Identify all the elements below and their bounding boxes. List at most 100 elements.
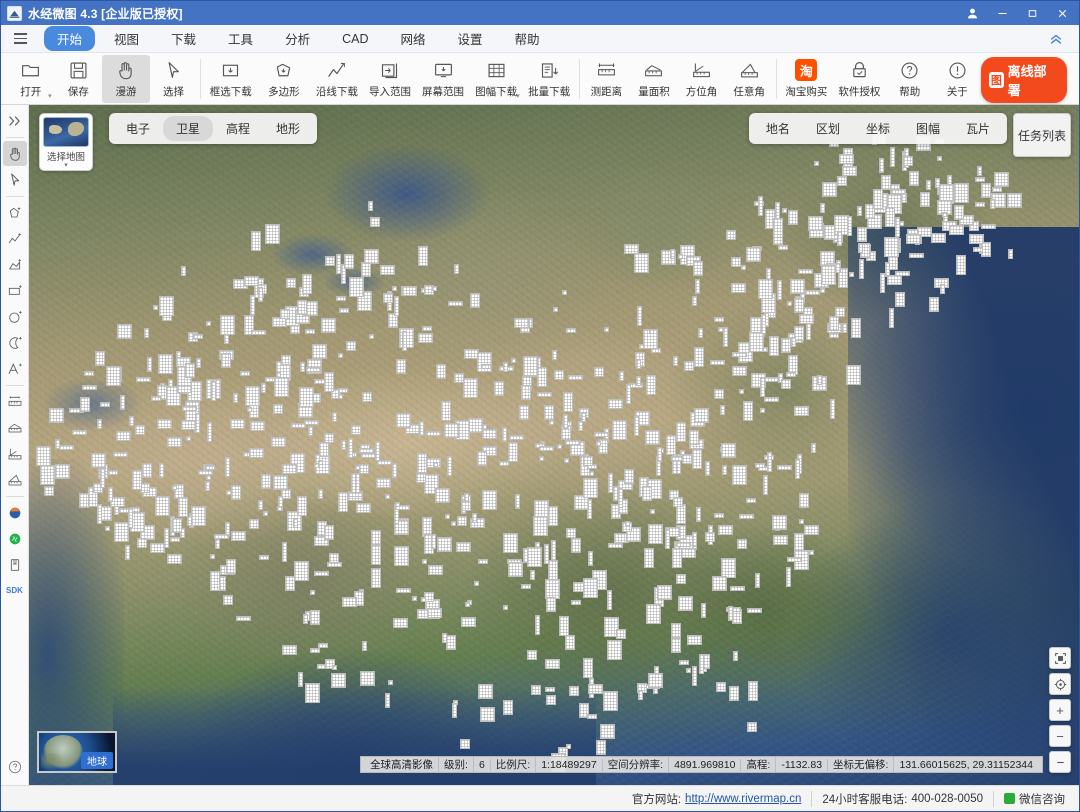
sidebar-item-earth-layer[interactable]	[3, 500, 27, 525]
zoom-in-icon[interactable]: +	[1049, 699, 1071, 721]
sidebar-item-add-polyline[interactable]	[3, 226, 27, 251]
tool-import-range[interactable]: 导入范围	[363, 55, 416, 103]
close-icon[interactable]	[1047, 1, 1077, 25]
tool-taobao-buy[interactable]: 淘 淘宝购买	[780, 55, 833, 103]
maximize-icon[interactable]	[1017, 1, 1047, 25]
tool-measure-distance-label: 测距离	[590, 86, 623, 98]
tool-batch-download[interactable]: 批量下载	[523, 55, 576, 103]
azimuth-angle-icon	[691, 58, 712, 82]
tool-help[interactable]: 帮助	[886, 55, 934, 103]
menu-item-settings[interactable]: 设置	[445, 26, 496, 51]
sidebar-item-measure-height[interactable]	[3, 441, 27, 466]
taobao-buy-icon: 淘	[795, 58, 818, 82]
tool-taobao-buy-label: 淘宝购买	[785, 86, 828, 98]
status-coord-value: 131.66015625, 29.31152344	[899, 758, 1033, 771]
sidebar-item-measure-area[interactable]	[3, 415, 27, 440]
sidebar-item-bookmark-panel[interactable]	[3, 552, 27, 577]
sidebar-item-measure-slope[interactable]	[3, 467, 27, 492]
tool-open[interactable]: 打开 ▾	[7, 55, 55, 103]
chevron-down-icon[interactable]: ▾	[516, 92, 520, 100]
tool-arbitrary-angle[interactable]: 任意角	[725, 55, 773, 103]
minimize-icon[interactable]	[987, 1, 1017, 25]
globe-overview-widget[interactable]: 地球	[37, 731, 117, 773]
menu-item-download[interactable]: 下载	[158, 26, 209, 51]
menu-item-cad[interactable]: CAD	[329, 29, 381, 49]
tool-rect-download[interactable]: 框选下载	[204, 55, 257, 103]
sidebar-item-track-record[interactable]	[3, 526, 27, 551]
hamburger-menu-icon[interactable]	[7, 29, 33, 49]
tab-placenames[interactable]: 地名	[753, 116, 803, 141]
tool-azimuth[interactable]: 方位角	[678, 55, 726, 103]
promo-badge-glyph: 图	[989, 71, 1004, 88]
chevron-down-icon[interactable]: ▾	[64, 162, 68, 169]
sidebar-separator	[5, 496, 24, 497]
overlay-tab-group: 地名 区划 坐标 图幅 瓦片	[748, 113, 1007, 144]
tab-terrain[interactable]: 地形	[263, 116, 313, 141]
tool-select[interactable]: 选择	[150, 55, 198, 103]
tab-electronic[interactable]: 电子	[113, 116, 163, 141]
tool-pan[interactable]: 漫游	[102, 55, 150, 103]
expand-panel-icon[interactable]	[3, 108, 27, 133]
about-info-icon	[947, 58, 968, 82]
help-circle-icon[interactable]	[3, 754, 27, 779]
menu-item-start[interactable]: 开始	[44, 26, 96, 51]
zoom-out-icon[interactable]: −	[1049, 725, 1071, 747]
basemap-selector[interactable]: 选择地图 ▾	[39, 113, 93, 171]
offline-deploy-promo-button[interactable]: 图 离线部署	[981, 56, 1067, 103]
user-account-icon[interactable]	[957, 1, 987, 25]
tab-map-sheets[interactable]: 图幅	[903, 116, 953, 141]
minimize-statusbar-icon[interactable]	[1049, 751, 1071, 773]
sidebar-item-sdk[interactable]: SDK	[3, 578, 27, 603]
sidebar-item-add-circle[interactable]	[3, 304, 27, 329]
footer-website-link[interactable]: http://www.rivermap.cn	[685, 793, 801, 805]
tool-license[interactable]: 软件授权	[833, 55, 886, 103]
menu-item-tools[interactable]: 工具	[215, 26, 266, 51]
menu-item-view[interactable]: 视图	[101, 26, 152, 51]
fit-extent-icon[interactable]	[1049, 647, 1071, 669]
task-list-button[interactable]: 任务列表	[1013, 113, 1071, 157]
tool-line-download[interactable]: 沿线下载	[310, 55, 363, 103]
sidebar-item-select[interactable]	[3, 167, 27, 192]
tab-elevation[interactable]: 高程	[213, 116, 263, 141]
map-canvas[interactable]: 选择地图 ▾ 电子 卫星 高程 地形 地名 区划 坐标 图幅 瓦片 任务列表 +…	[29, 105, 1079, 785]
tab-satellite[interactable]: 卫星	[163, 116, 214, 141]
menu-item-analysis[interactable]: 分析	[272, 26, 323, 51]
sidebar-item-pan[interactable]	[2, 141, 27, 166]
tool-select-label: 选择	[163, 86, 185, 98]
chevron-double-up-icon[interactable]	[1039, 28, 1073, 50]
toolbar-separator	[578, 59, 580, 99]
tool-sheet-download[interactable]: 图幅下载 ▾	[470, 55, 523, 103]
tool-screen-range-label: 屏幕范围	[422, 86, 465, 98]
tab-tiles[interactable]: 瓦片	[953, 116, 1003, 141]
sidebar-item-add-rectangle[interactable]	[3, 278, 27, 303]
footer-phone: 24小时客服电话: 400-028-0050	[812, 790, 994, 807]
application-window: 水经微图 4.3 [企业版已授权] 开始 视图 下载 工具 分析 CAD 网络 …	[0, 0, 1080, 812]
tool-about[interactable]: 关于	[934, 55, 982, 103]
sidebar-item-add-text[interactable]	[3, 356, 27, 381]
tool-measure-area[interactable]: 量面积	[630, 55, 678, 103]
basemap-selector-label: 选择地图	[46, 152, 85, 163]
sidebar-item-add-shape[interactable]	[3, 252, 27, 277]
footer-wechat[interactable]: 微信咨询	[994, 791, 1067, 807]
chevron-down-icon[interactable]: ▾	[48, 92, 52, 100]
tab-coordinates[interactable]: 坐标	[853, 116, 903, 141]
sidebar-separator	[5, 137, 24, 138]
window-title: 水经微图 4.3 [企业版已授权]	[28, 6, 183, 21]
tool-polygon-label: 多边形	[268, 86, 300, 98]
tool-screen-range[interactable]: 屏幕范围	[416, 55, 469, 103]
tool-about-label: 关于	[946, 86, 968, 98]
tool-save[interactable]: 保存	[55, 55, 103, 103]
tool-polygon[interactable]: 多边形	[257, 55, 310, 103]
sidebar-separator	[5, 196, 24, 197]
sidebar-item-measure-distance[interactable]	[3, 389, 27, 414]
menu-item-help[interactable]: 帮助	[502, 26, 553, 51]
sidebar-item-add-arc[interactable]	[3, 330, 27, 355]
footer-phone-label: 24小时客服电话:	[822, 793, 908, 806]
sidebar-item-add-polygon[interactable]	[3, 200, 27, 225]
tab-districts[interactable]: 区划	[803, 116, 853, 141]
tool-measure-distance[interactable]: 测距离	[583, 55, 631, 103]
map-controls: + −	[1049, 647, 1071, 747]
locate-target-icon[interactable]	[1049, 673, 1071, 695]
menu-item-network[interactable]: 网络	[387, 26, 438, 51]
save-disk-icon	[68, 58, 89, 82]
